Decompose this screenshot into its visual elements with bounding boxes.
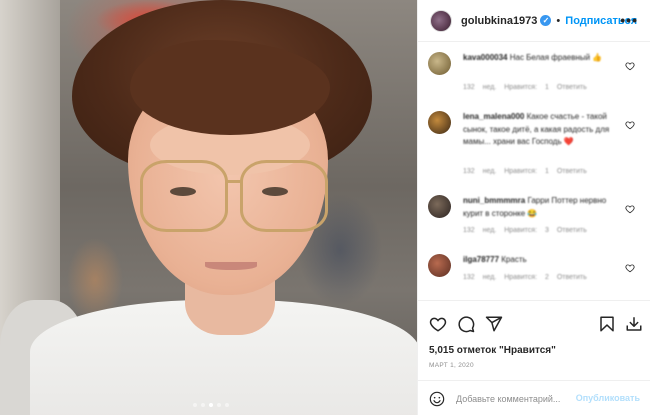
comment-text: lena_malena000 Какое счастье - такой сын…	[463, 111, 623, 149]
comment-meta: 132 нед. Нравится: 1 Ответить	[463, 84, 587, 91]
comment-avatar[interactable]	[428, 111, 451, 134]
comment-message: Нас Белая фрaевный	[509, 53, 591, 62]
comment-meta: 132 нед. Нравится: 1 Ответить	[463, 168, 587, 175]
comment-avatar[interactable]	[428, 52, 451, 75]
comment-meta: 132 нед. Нравится: 3 Ответить	[463, 227, 587, 234]
glasses-right-lens	[240, 160, 328, 232]
mouth	[205, 262, 257, 270]
more-options-icon[interactable]: •••	[620, 12, 638, 28]
verified-badge-icon: ✓	[540, 15, 552, 26]
like-comment-heart-icon[interactable]	[625, 58, 635, 71]
carousel-dot	[201, 403, 205, 407]
comment-username[interactable]: lena_malena000	[463, 112, 524, 121]
comment-message: Красть	[501, 255, 527, 264]
carousel-dots	[193, 403, 229, 407]
comment-avatar[interactable]	[428, 254, 451, 277]
glasses-left-lens	[140, 160, 228, 232]
comment-avatar[interactable]	[428, 195, 451, 218]
post-photo[interactable]	[0, 0, 417, 415]
carousel-dot	[225, 403, 229, 407]
glasses-bridge	[226, 180, 242, 183]
comments-list[interactable]: kava000034 Нас Белая фрaевный 👍 132 нед.…	[418, 43, 650, 299]
post-side-panel: golubkina1973 ✓ • Подписаться ••• kava00…	[417, 0, 650, 415]
post-date[interactable]: МАРТ 1, 2020	[429, 362, 474, 369]
likes-count[interactable]: 5,015 отметок "Нравится"	[429, 345, 556, 356]
author-username[interactable]: golubkina1973	[461, 15, 537, 27]
comment-emoji: 👍	[592, 53, 603, 62]
comment-username[interactable]: kava000034	[463, 53, 508, 62]
comment-text: kava000034 Нас Белая фрaевный 👍	[463, 52, 623, 65]
like-comment-heart-icon[interactable]	[625, 201, 635, 214]
post-actions-bar	[418, 300, 650, 345]
post-header: golubkina1973 ✓ • Подписаться •••	[418, 0, 650, 42]
comment-meta: 132 нед. Нравится: 2 Ответить	[463, 274, 587, 281]
save-bookmark-icon[interactable]	[598, 315, 616, 333]
like-comment-heart-icon[interactable]	[625, 117, 635, 130]
download-icon[interactable]	[625, 315, 643, 333]
comment-emoji: 😂	[527, 208, 538, 218]
comment-emoji: ❤️	[563, 137, 574, 146]
like-comment-heart-icon[interactable]	[625, 260, 635, 273]
comment-username[interactable]: nuni_bmmmmra	[463, 196, 525, 205]
publish-button[interactable]: Опубликовать	[576, 393, 640, 403]
carousel-dot	[193, 403, 197, 407]
comment-text: ilga78777 Красть	[463, 254, 623, 267]
comment-text: nuni_bmmmmra Гарри Поттер нервно курит в…	[463, 195, 623, 220]
carousel-dot	[217, 403, 221, 407]
comment-bubble-icon[interactable]	[457, 315, 475, 333]
header-separator: •	[556, 14, 561, 27]
comment-input[interactable]	[456, 391, 576, 407]
like-heart-icon[interactable]	[429, 315, 447, 333]
share-send-icon[interactable]	[485, 315, 503, 333]
left-eye	[170, 187, 196, 196]
author-avatar[interactable]	[430, 9, 452, 32]
emoji-picker-icon[interactable]	[429, 391, 445, 407]
carousel-dot-active	[209, 403, 213, 407]
comment-username[interactable]: ilga78777	[463, 255, 499, 264]
right-eye	[262, 187, 288, 196]
add-comment-bar: Опубликовать	[418, 380, 650, 415]
